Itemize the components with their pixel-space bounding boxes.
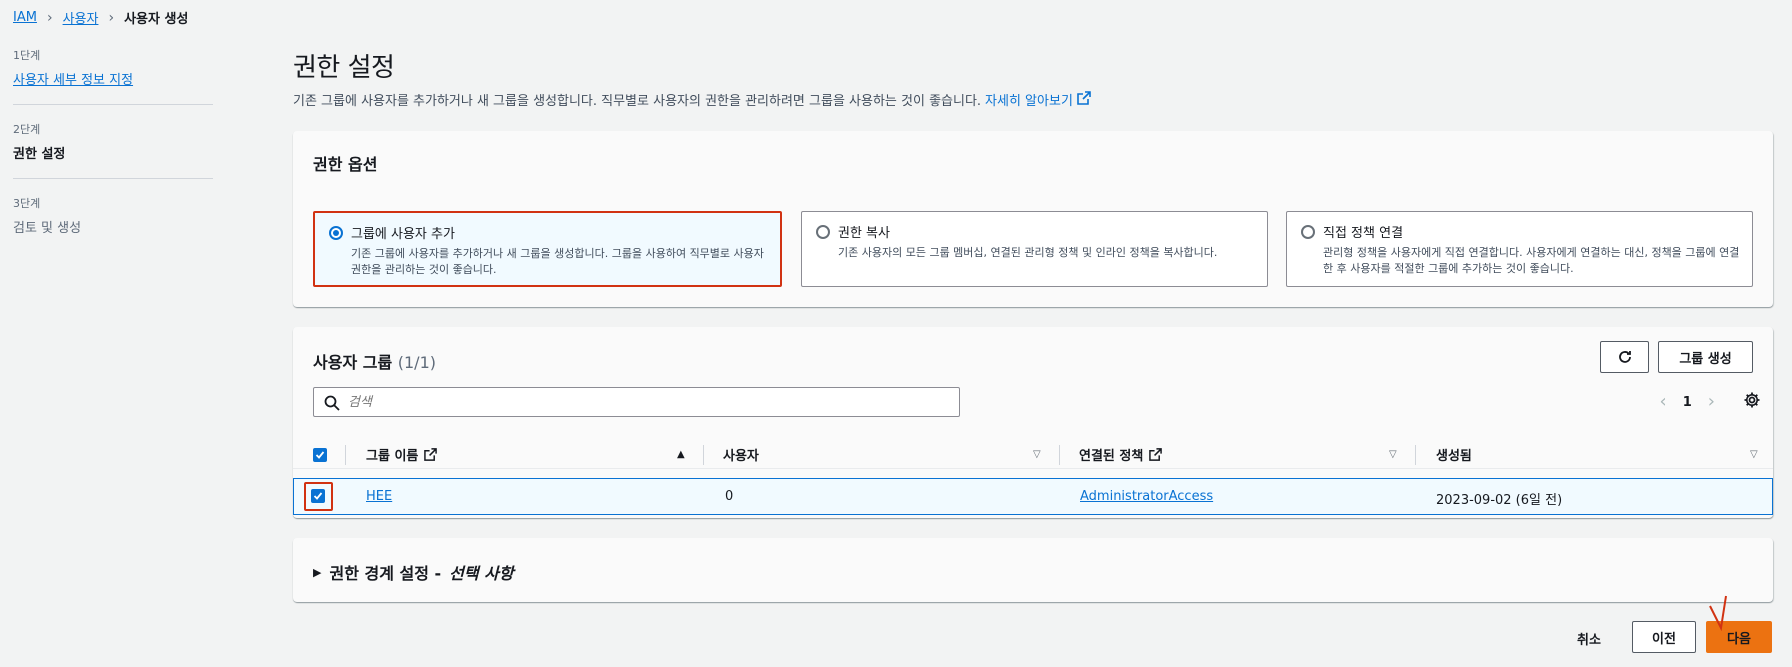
table-row[interactable]: HEE 0 AdministratorAccess 2023-09-02 (6일…	[293, 478, 1773, 515]
groups-title: 사용자 그룹 (1/1)	[313, 349, 436, 373]
pagination: ‹ 1 ›	[1660, 393, 1715, 411]
policy-link[interactable]: AdministratorAccess	[1080, 489, 1213, 504]
page-description: 기존 그룹에 사용자를 추가하거나 새 그룹을 생성합니다. 직무별로 사용자의…	[293, 90, 1091, 109]
breadcrumb-users[interactable]: 사용자	[63, 8, 99, 27]
step-number: 2단계	[13, 123, 41, 136]
option-add-to-group[interactable]: 그룹에 사용자 추가 기존 그룹에 사용자를 추가하거나 새 그룹을 생성합니다…	[313, 211, 782, 287]
external-link-icon	[424, 448, 438, 461]
column-header-attached-policies[interactable]: 연결된 정책	[1079, 445, 1163, 464]
step-current-permissions: 권한 설정	[13, 147, 66, 162]
column-label: 생성됨	[1436, 449, 1472, 464]
refresh-button[interactable]	[1600, 341, 1649, 373]
chevron-right-icon: ›	[108, 9, 115, 26]
column-header-created[interactable]: 생성됨	[1436, 445, 1472, 464]
option-title: 권한 복사	[838, 226, 890, 241]
search-input[interactable]	[348, 394, 959, 410]
step-link-user-details[interactable]: 사용자 세부 정보 지정	[13, 69, 213, 88]
description-text: 기존 그룹에 사용자를 추가하거나 새 그룹을 생성합니다. 직무별로 사용자의…	[293, 94, 982, 109]
column-label: 사용자	[723, 449, 759, 464]
breadcrumb-iam[interactable]: IAM	[13, 10, 37, 25]
caret-right-icon: ▶	[313, 565, 322, 579]
step-number: 3단계	[13, 197, 41, 210]
group-user-count: 0	[725, 489, 734, 504]
group-name-link[interactable]: HEE	[366, 489, 392, 504]
row-checkbox[interactable]	[311, 489, 325, 503]
column-divider	[1415, 445, 1416, 465]
check-icon	[315, 451, 325, 459]
panel-title: 권한 옵션	[313, 155, 378, 174]
option-description: 관리형 정책을 사용자에게 직접 연결합니다. 사용자에게 연결하는 대신, 정…	[1323, 246, 1740, 275]
sort-icon[interactable]: ▽	[1750, 449, 1758, 460]
external-link-icon	[1149, 448, 1163, 461]
column-divider	[703, 445, 704, 465]
create-group-button[interactable]: 그룹 생성	[1658, 341, 1753, 373]
column-header-group-name[interactable]: 그룹 이름	[366, 445, 438, 464]
table-header: 그룹 이름 ▲ 사용자 ▽ 연결된 정책 ▽ 생성됨 ▽	[293, 441, 1773, 469]
check-icon	[313, 492, 323, 500]
refresh-icon	[1618, 351, 1631, 363]
step-number: 1단계	[13, 49, 41, 62]
sort-icon[interactable]: ▽	[1389, 449, 1397, 460]
page-number[interactable]: 1	[1683, 395, 1692, 410]
gear-icon[interactable]	[1743, 391, 1761, 413]
sort-icon[interactable]: ▽	[1033, 449, 1041, 460]
search-icon	[324, 395, 340, 411]
step-3: 3단계 검토 및 생성	[13, 195, 213, 252]
breadcrumb-current: 사용자 생성	[124, 12, 189, 27]
option-description: 기존 사용자의 모든 그룹 멤버십, 연결된 관리형 정책 및 인라인 정책을 …	[838, 246, 1218, 259]
permissions-boundary-panel[interactable]: ▶ 권한 경계 설정 - 선택 사항	[293, 538, 1773, 602]
permission-options-panel: 권한 옵션 그룹에 사용자 추가 기존 그룹에 사용자를 추가하거나 새 그룹을…	[293, 131, 1773, 307]
chevron-left-icon[interactable]: ‹	[1660, 393, 1667, 411]
external-link-icon[interactable]	[1077, 90, 1091, 109]
option-title: 그룹에 사용자 추가	[351, 227, 455, 242]
option-description: 기존 그룹에 사용자를 추가하거나 새 그룹을 생성합니다. 그룹을 사용하여 …	[351, 247, 764, 276]
cancel-button[interactable]: 취소	[1577, 629, 1601, 648]
previous-button[interactable]: 이전	[1632, 621, 1696, 653]
wizard-steps: 1단계 사용자 세부 정보 지정 2단계 권한 설정 3단계 검토 및 생성	[13, 47, 213, 268]
column-header-users[interactable]: 사용자	[723, 445, 759, 464]
column-label: 연결된 정책	[1079, 449, 1144, 464]
boundary-title-text: 권한 경계 설정 -	[329, 564, 442, 583]
annotation-check-mark	[1709, 595, 1727, 632]
column-divider	[345, 445, 346, 465]
select-all-checkbox[interactable]	[313, 448, 327, 462]
option-copy-permissions[interactable]: 권한 복사 기존 사용자의 모든 그룹 멤버십, 연결된 관리형 정책 및 인라…	[801, 211, 1268, 287]
user-groups-panel: 사용자 그룹 (1/1) 그룹 생성 ‹ 1 › 그룹 이름 ▲ 사용자 ▽	[293, 327, 1773, 518]
sort-asc-icon[interactable]: ▲	[677, 449, 685, 460]
learn-more-link[interactable]: 자세히 알아보기	[985, 90, 1073, 109]
radio-icon[interactable]	[816, 225, 830, 239]
page-title: 권한 설정	[293, 53, 395, 83]
radio-selected-icon[interactable]	[329, 226, 343, 240]
chevron-right-icon[interactable]: ›	[1708, 393, 1715, 411]
learn-more-label: 자세히 알아보기	[985, 94, 1073, 109]
option-title: 직접 정책 연결	[1323, 226, 1404, 241]
breadcrumb: IAM › 사용자 › 사용자 생성	[13, 8, 189, 28]
groups-title-text: 사용자 그룹	[313, 353, 393, 372]
groups-count: (1/1)	[397, 353, 436, 372]
search-field[interactable]	[313, 387, 960, 417]
column-label: 그룹 이름	[366, 449, 419, 464]
step-review: 검토 및 생성	[13, 221, 82, 236]
step-2: 2단계 권한 설정	[13, 121, 213, 179]
chevron-right-icon: ›	[46, 9, 53, 26]
boundary-optional-text: 선택 사항	[449, 564, 514, 583]
column-divider	[1059, 445, 1060, 465]
radio-icon[interactable]	[1301, 225, 1315, 239]
step-1: 1단계 사용자 세부 정보 지정	[13, 47, 213, 105]
created-date: 2023-09-02 (6일 전)	[1436, 493, 1563, 508]
option-attach-policies[interactable]: 직접 정책 연결 관리형 정책을 사용자에게 직접 연결합니다. 사용자에게 연…	[1286, 211, 1753, 287]
boundary-toggle[interactable]: ▶ 권한 경계 설정 - 선택 사항	[313, 560, 514, 584]
